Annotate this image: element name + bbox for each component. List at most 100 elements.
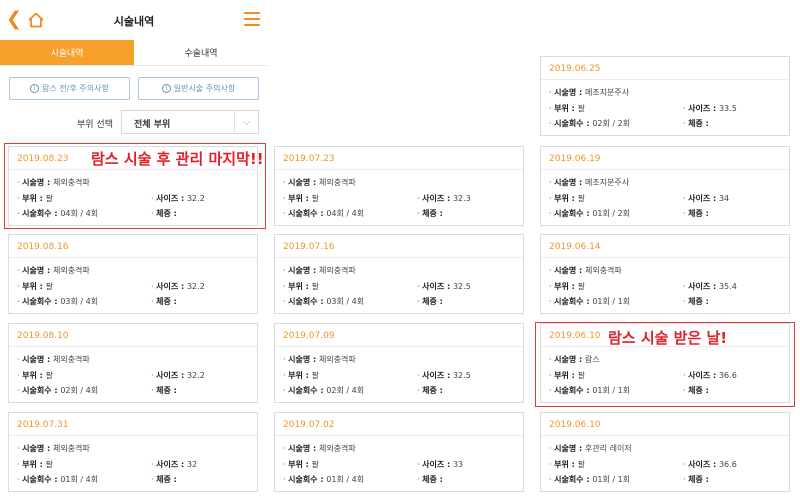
- divider: [275, 257, 523, 258]
- record-date: 2019.06.25: [549, 64, 601, 74]
- procedure-name-row: · 시술명 : 체외충격파: [283, 444, 356, 453]
- area-row: · 부위 : 팔: [17, 282, 53, 291]
- divider: [9, 435, 257, 436]
- procedure-name: 체외충격파: [318, 444, 356, 453]
- weight-row: · 체중 :: [417, 297, 443, 306]
- field-label: 시술회수: [554, 297, 584, 306]
- size-value: 33.5: [718, 104, 737, 113]
- field-label: 부위: [554, 282, 569, 291]
- record-date: 2019.08.10: [17, 331, 69, 341]
- procedure-name: 메조지분주사: [584, 88, 630, 97]
- field-label: 부위: [22, 460, 37, 469]
- count-value: 01회 / 2회: [592, 209, 631, 218]
- area-value: 팔: [311, 194, 319, 203]
- size-value: 32.2: [186, 282, 205, 291]
- count-row: · 시술회수 : 01회 / 2회: [549, 209, 631, 218]
- part-filter-label: 부위 선택: [77, 120, 113, 130]
- size-value: 32.5: [452, 371, 471, 380]
- count-row: · 시술회수 : 02회 / 2회: [549, 119, 631, 128]
- chevron-down-icon: ⌵: [234, 111, 258, 133]
- info-icon: !: [30, 84, 40, 93]
- field-label: 부위: [288, 194, 303, 203]
- tab-surgery-history[interactable]: 수술내역: [134, 40, 268, 65]
- notice-label: 일반시술 주의사항: [173, 84, 236, 93]
- area-value: 팔: [577, 282, 585, 291]
- field-label: 시술회수: [288, 475, 318, 484]
- field-label: 체중: [156, 297, 171, 306]
- area-row: · 부위 : 팔: [283, 371, 319, 380]
- count-value: 02회 / 4회: [326, 386, 365, 395]
- procedure-name-row: · 시술명 : 후관리 레이저: [549, 444, 632, 453]
- weight-row: · 체중 :: [417, 475, 443, 484]
- field-label: 시술명: [554, 266, 577, 275]
- tab-procedure-history[interactable]: 시술내역: [0, 40, 134, 65]
- weight-row: · 체중 :: [683, 119, 709, 128]
- size-row: · 사이즈 : 32.2: [151, 371, 205, 380]
- record-card[interactable]: 2019.06.10 · 시술명 : 후관리 레이저 · 부위 : 팔 · 사이즈 :…: [540, 412, 790, 492]
- record-card[interactable]: 2019.07.02 · 시술명 : 체외충격파 · 부위 : 팔 · 사이즈 : 3…: [274, 412, 524, 492]
- divider: [9, 346, 257, 347]
- area-row: · 부위 : 팔: [17, 371, 53, 380]
- record-card[interactable]: 2019.08.16 · 시술명 : 체외충격파 · 부위 : 팔 · 사이즈 : 3…: [8, 234, 258, 314]
- procedure-name: 체외충격파: [52, 444, 90, 453]
- hamburger-menu-icon[interactable]: [244, 12, 260, 26]
- procedure-name: 체외충격파: [318, 355, 356, 364]
- record-date: 2019.07.23: [283, 154, 335, 164]
- record-card[interactable]: 2019.06.14 · 시술명 : 체외충격파 · 부위 : 팔 · 사이즈 : 3…: [540, 234, 790, 314]
- weight-row: · 체중 :: [151, 475, 177, 484]
- divider: [541, 257, 789, 258]
- record-date: 2019.06.10: [549, 420, 601, 430]
- weight-row: · 체중 :: [151, 386, 177, 395]
- count-value: 01회 / 1회: [592, 475, 631, 484]
- record-date: 2019.06.19: [549, 154, 601, 164]
- general-precautions-button[interactable]: ! 일반시술 주의사항: [138, 77, 259, 100]
- area-value: 팔: [577, 104, 585, 113]
- part-select[interactable]: 전체 부위 ⌵: [121, 110, 259, 134]
- record-card[interactable]: 2019.08.10 · 시술명 : 체외충격파 · 부위 : 팔 · 사이즈 : 3…: [8, 323, 258, 403]
- record-card[interactable]: 2019.07.09 · 시술명 : 체외충격파 · 부위 : 팔 · 사이즈 : 3…: [274, 323, 524, 403]
- procedure-name-row: · 시술명 : 체외충격파: [283, 178, 356, 187]
- area-row: · 부위 : 팔: [283, 194, 319, 203]
- field-label: 사이즈: [688, 104, 711, 113]
- field-label: 체중: [422, 386, 437, 395]
- divider: [9, 257, 257, 258]
- field-label: 시술명: [22, 266, 45, 275]
- page-title: 시술내역: [113, 15, 155, 28]
- size-row: · 사이즈 : 32.2: [151, 282, 205, 291]
- size-row: · 사이즈 : 33: [417, 460, 464, 469]
- field-label: 사이즈: [422, 371, 445, 380]
- area-value: 팔: [311, 460, 319, 469]
- procedure-name-row: · 시술명 : 체외충격파: [17, 444, 90, 453]
- procedure-name: 체외충격파: [318, 178, 356, 187]
- procedure-name: 메조지분주사: [584, 178, 630, 187]
- lams-precautions-button[interactable]: ! 람스 전/후 주의사항: [9, 77, 130, 100]
- field-label: 부위: [288, 282, 303, 291]
- count-value: 02회 / 2회: [592, 119, 631, 128]
- count-row: · 시술회수 : 01회 / 4회: [283, 475, 365, 484]
- area-row: · 부위 : 팔: [17, 460, 53, 469]
- count-value: 02회 / 4회: [60, 386, 99, 395]
- field-label: 부위: [554, 104, 569, 113]
- field-label: 체중: [688, 209, 703, 218]
- field-label: 시술회수: [288, 209, 318, 218]
- count-row: · 시술회수 : 02회 / 4회: [283, 386, 365, 395]
- count-value: 03회 / 4회: [60, 297, 99, 306]
- tab-bar: 시술내역 수술내역: [0, 40, 268, 66]
- field-label: 시술회수: [22, 297, 52, 306]
- record-card[interactable]: 2019.07.23 · 시술명 : 체외충격파 · 부위 : 팔 · 사이즈 : 3…: [274, 146, 524, 226]
- record-card[interactable]: 2019.06.19 · 시술명 : 메조지분주사 · 부위 : 팔 · 사이즈 : …: [540, 146, 790, 226]
- record-card[interactable]: 2019.07.31 · 시술명 : 체외충격파 · 부위 : 팔 · 사이즈 : 3…: [8, 412, 258, 492]
- app-header: ❮ 시술내역: [0, 0, 268, 40]
- procedure-name-row: · 시술명 : 메조지분주사: [549, 178, 630, 187]
- field-label: 사이즈: [156, 460, 179, 469]
- procedure-name-row: · 시술명 : 체외충격파: [283, 355, 356, 364]
- field-label: 체중: [422, 297, 437, 306]
- record-date: 2019.07.02: [283, 420, 335, 430]
- field-label: 사이즈: [422, 282, 445, 291]
- area-value: 팔: [577, 194, 585, 203]
- field-label: 체중: [156, 475, 171, 484]
- procedure-name-row: · 시술명 : 메조지분주사: [549, 88, 630, 97]
- record-card[interactable]: 2019.06.25 · 시술명 : 메조지분주사 · 부위 : 팔 · 사이즈 : …: [540, 56, 790, 136]
- record-card[interactable]: 2019.07.16 · 시술명 : 체외충격파 · 부위 : 팔 · 사이즈 : 3…: [274, 234, 524, 314]
- area-row: · 부위 : 팔: [283, 282, 319, 291]
